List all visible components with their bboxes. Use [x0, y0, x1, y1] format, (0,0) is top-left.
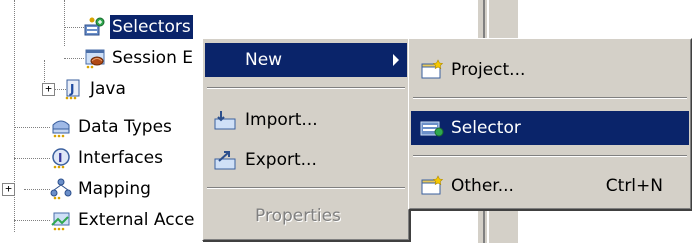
tree-item-java[interactable]: J Java	[62, 74, 128, 104]
submenu-arrow-icon	[393, 54, 399, 66]
menu-item-label: Project...	[451, 60, 526, 80]
menu-item-shortcut: Ctrl+N	[605, 176, 663, 196]
data-types-icon	[52, 120, 70, 138]
interface-icon: I	[52, 148, 70, 169]
external-access-icon	[51, 212, 70, 231]
java-icon: J	[65, 79, 80, 100]
tree-connector	[14, 127, 50, 128]
menu-item-properties[interactable]: Properties	[205, 199, 407, 233]
tree-connector	[64, 27, 84, 28]
tree-item-label: Interfaces	[78, 148, 163, 168]
tree-connector	[24, 189, 50, 190]
tree-item-external-access[interactable]: External Acce	[50, 205, 196, 235]
menu-item-label: Export...	[245, 150, 317, 170]
expand-icon[interactable]: +	[2, 183, 15, 196]
menu-separator	[207, 187, 405, 189]
tree-connector	[14, 158, 50, 159]
selector-icon	[84, 17, 105, 36]
menu-item-export[interactable]: Export...	[205, 143, 407, 177]
submenu-item-selector[interactable]: Selector	[411, 111, 689, 145]
tree-item-label: Selectors	[110, 15, 193, 39]
session-icon	[85, 49, 105, 69]
tree-item-mapping[interactable]: Mapping	[50, 174, 153, 204]
import-icon	[214, 111, 236, 130]
tree-item-data-types[interactable]: Data Types	[50, 112, 174, 142]
submenu-item-other[interactable]: Other... Ctrl+N	[411, 169, 689, 203]
tree-connector	[64, 0, 65, 46]
new-submenu: Project... Selector Other... Ctrl+N	[408, 38, 692, 210]
menu-item-label: Properties	[255, 206, 341, 226]
tree-item-label: Mapping	[78, 179, 151, 199]
svg-text:I: I	[58, 151, 62, 165]
mapping-icon	[50, 178, 72, 200]
tree-item-interfaces[interactable]: I Interfaces	[50, 143, 165, 173]
tree-item-label: Data Types	[78, 117, 172, 137]
menu-item-label: Other...	[451, 176, 514, 196]
menu-item-label: New	[245, 50, 283, 70]
tree-item-session[interactable]: Session E	[84, 43, 195, 73]
selector-icon	[420, 121, 444, 137]
tree-connector	[14, 220, 50, 221]
blank-icon	[213, 49, 239, 71]
tree-item-label: External Acce	[78, 210, 195, 230]
menu-item-new[interactable]: New	[205, 43, 407, 77]
menu-item-label: Import...	[245, 110, 318, 130]
expand-icon[interactable]: +	[42, 83, 55, 96]
context-menu: New Import... Export... Properties	[202, 38, 410, 241]
tree-item-label: Java	[90, 79, 126, 99]
new-project-icon	[421, 59, 444, 79]
tree-connector	[14, 0, 15, 232]
tree-item-label: Session E	[112, 48, 194, 68]
menu-separator	[413, 97, 687, 99]
tree-connector	[64, 58, 84, 59]
menu-separator	[207, 87, 405, 89]
export-icon	[214, 151, 236, 170]
submenu-item-project[interactable]: Project...	[411, 53, 689, 87]
tree-item-selectors[interactable]: Selectors	[84, 12, 193, 42]
menu-item-import[interactable]: Import...	[205, 103, 407, 137]
svg-text:J: J	[69, 82, 74, 96]
menu-item-label: Selector	[451, 118, 521, 138]
new-other-icon	[421, 175, 444, 195]
menu-separator	[413, 155, 687, 157]
